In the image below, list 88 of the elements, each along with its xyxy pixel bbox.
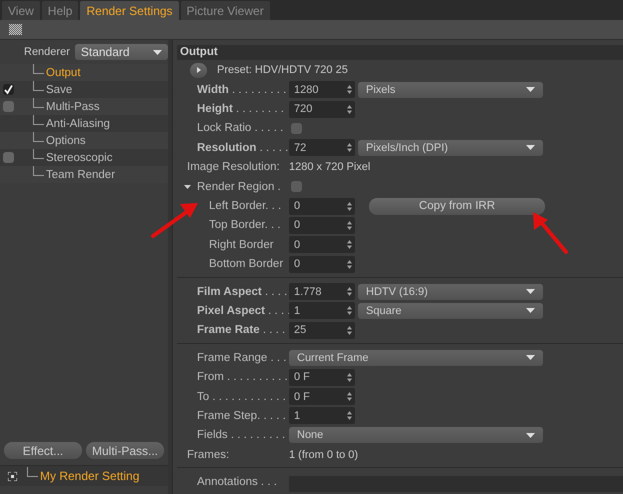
dropdown[interactable]: Pixels xyxy=(358,82,543,98)
spinner-icon xyxy=(347,372,352,382)
field-label: Film Aspect . . . . xyxy=(196,286,288,298)
render-setting-item[interactable]: My Render Setting xyxy=(0,466,168,486)
number-field[interactable]: 1.778 xyxy=(289,283,355,300)
number-field[interactable]: 1 xyxy=(289,302,355,320)
copy-button[interactable]: Copy from IRR xyxy=(369,198,545,215)
caret-icon xyxy=(526,87,535,92)
field-label: Right Border xyxy=(208,238,275,251)
checkbox[interactable] xyxy=(291,181,302,192)
spinner-icon xyxy=(347,326,352,335)
tab[interactable]: Help xyxy=(42,1,78,20)
tab[interactable]: View xyxy=(2,1,40,20)
tab[interactable]: Render Settings xyxy=(80,1,179,20)
caret-icon xyxy=(526,289,535,294)
effect-button[interactable]: Effect... xyxy=(4,442,82,459)
field-label: Left Border. . . xyxy=(208,200,282,212)
number-field[interactable]: 720 xyxy=(289,100,355,118)
number-field[interactable]: 25 xyxy=(289,322,355,339)
checkbox[interactable] xyxy=(291,122,302,134)
field-label: Fields . . . . . . . . . xyxy=(196,429,286,442)
field-label: Pixel Aspect . . . . xyxy=(196,304,289,317)
field-label: Annotations . . . xyxy=(196,476,278,488)
dropdown[interactable]: None xyxy=(289,427,543,444)
dropdown[interactable]: Current Frame xyxy=(289,350,543,366)
checkbox[interactable] xyxy=(2,101,14,112)
field-label: Frame Step. . . . . xyxy=(196,410,287,422)
section-header: Output xyxy=(177,45,623,60)
number-field[interactable]: 0 xyxy=(289,256,355,273)
preset-button[interactable] xyxy=(190,62,207,78)
expand-icon[interactable] xyxy=(184,184,190,189)
play-icon xyxy=(196,67,200,73)
number-field[interactable]: 1 xyxy=(289,407,355,424)
tree-item[interactable]: Stereoscopic xyxy=(0,149,168,166)
spinner-icon xyxy=(347,240,352,250)
focus-icon xyxy=(8,472,17,480)
field-label: Lock Ratio . . . . . xyxy=(196,122,284,134)
tree-item[interactable]: Anti-Aliasing xyxy=(0,115,168,132)
spinner-icon xyxy=(347,260,352,269)
checkbox[interactable] xyxy=(2,152,14,163)
spinner-icon xyxy=(347,287,352,296)
number-field[interactable]: 0 F xyxy=(289,388,355,406)
number-field[interactable]: 72 xyxy=(289,139,355,156)
field-label: To . . . . . . . . . . . . xyxy=(196,390,287,403)
renderer-dropdown[interactable]: Standard xyxy=(74,44,168,60)
number-field[interactable]: 0 F xyxy=(289,368,355,386)
arrow-annotation xyxy=(151,203,198,238)
renderer-label: Renderer xyxy=(24,46,70,58)
info-value: 1280 x 720 Pixel xyxy=(289,161,370,174)
spinner-icon xyxy=(347,104,352,114)
arrow-annotation xyxy=(533,212,568,254)
field-label: Image Resolution: xyxy=(186,161,281,174)
dropdown[interactable]: Pixels/Inch (DPI) xyxy=(358,140,543,156)
field-label: Bottom Border xyxy=(208,258,284,270)
multi-pass-button[interactable]: Multi-Pass... xyxy=(86,442,164,459)
caret-icon xyxy=(153,48,162,56)
caret-icon xyxy=(526,308,535,314)
info-value: 1 (from 0 to 0) xyxy=(289,448,358,461)
spinner-icon xyxy=(347,306,352,316)
field-label: Frame Range . . . xyxy=(196,352,288,364)
spinner-icon xyxy=(347,220,352,230)
field-label: Resolution . . . . . xyxy=(196,142,289,154)
field-label: From . . . . . . . . . . xyxy=(196,371,289,384)
number-field[interactable]: 0 xyxy=(289,236,355,254)
spinner-icon xyxy=(347,85,352,94)
caret-icon xyxy=(526,432,535,438)
field-label: Width . . . . . . . . . xyxy=(196,84,288,96)
caret-icon xyxy=(526,355,535,360)
field-label: Render Region . xyxy=(197,180,282,193)
grip-icon[interactable] xyxy=(9,24,22,35)
dropdown[interactable]: Square xyxy=(358,302,543,319)
checkbox[interactable] xyxy=(2,84,14,95)
dropdown[interactable]: HDTV (16:9) xyxy=(358,284,543,300)
preset-label: Preset: HDV/HDTV 720 25 xyxy=(217,64,348,76)
field-label: Frame Rate . . . . xyxy=(196,324,286,336)
spinner-icon xyxy=(347,202,352,211)
field-label: Height . . . . . . . . xyxy=(196,103,285,116)
spinner-icon xyxy=(347,392,352,402)
spinner-icon xyxy=(347,143,352,152)
field-label: Frames: xyxy=(186,448,230,461)
number-field[interactable]: 0 xyxy=(289,198,355,215)
caret-icon xyxy=(526,145,535,150)
field-label: Top Border. . . xyxy=(208,219,282,232)
spinner-icon xyxy=(347,411,352,420)
number-field[interactable]: 0 xyxy=(289,216,355,234)
tree-item[interactable]: Save xyxy=(0,81,168,98)
tab[interactable]: Picture Viewer xyxy=(180,1,270,20)
number-field[interactable]: 1280 xyxy=(289,81,355,98)
